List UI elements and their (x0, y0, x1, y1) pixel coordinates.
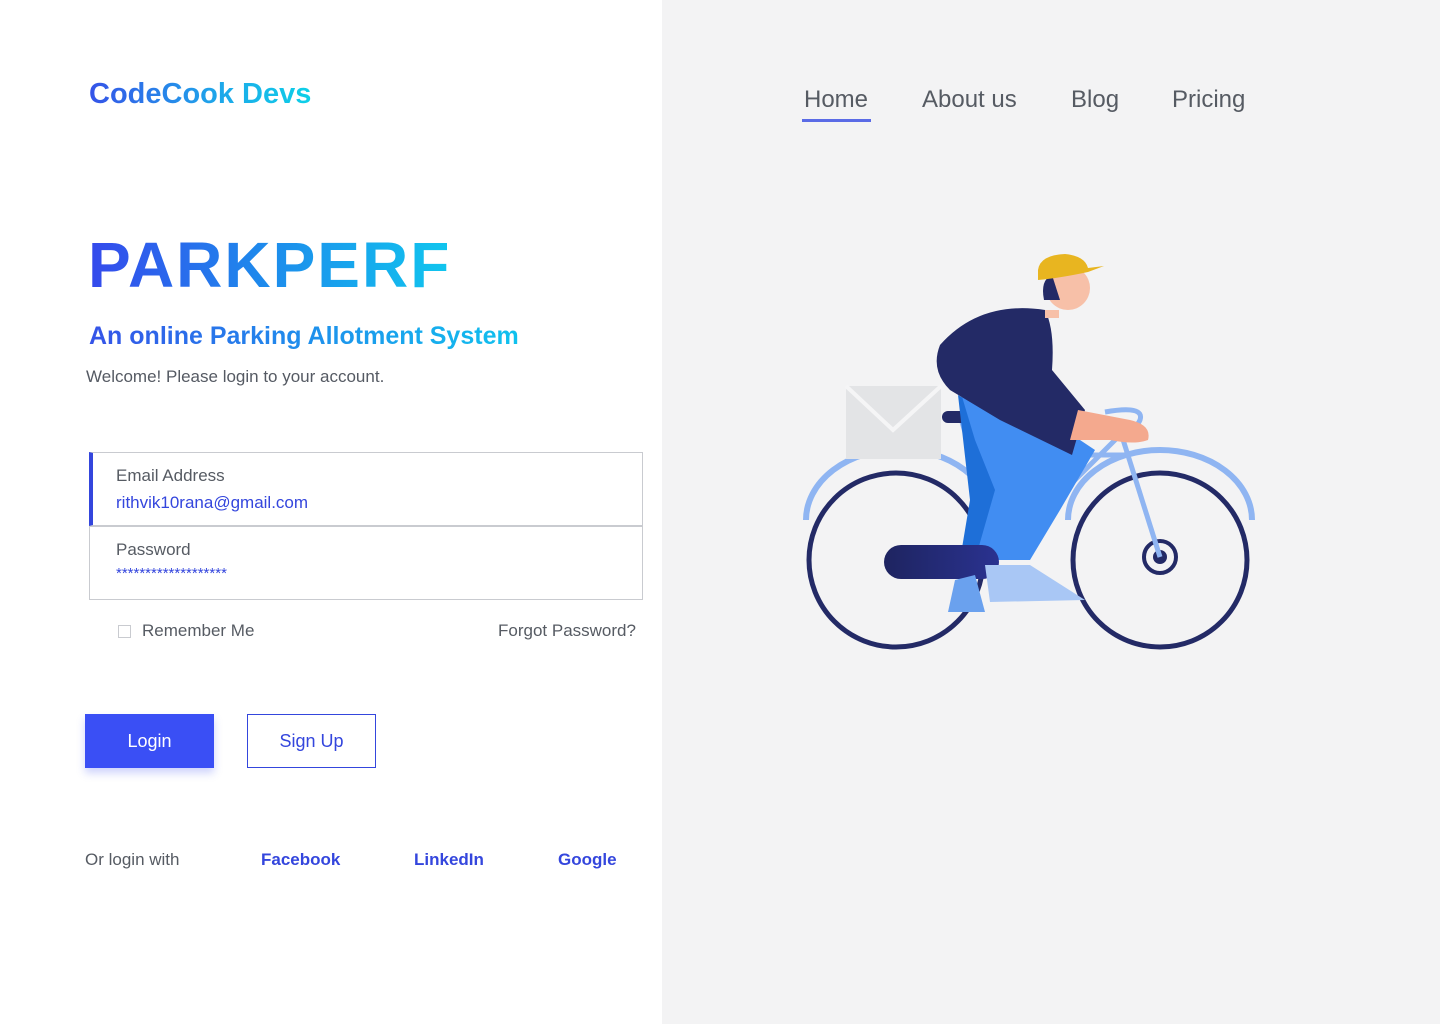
linkedin-login-link[interactable]: LinkedIn (414, 850, 484, 870)
pedal-shoe (884, 545, 999, 579)
page-subtitle: An online Parking Allotment System (89, 322, 519, 350)
nav-about-us[interactable]: About us (922, 86, 1017, 114)
email-label: Email Address (116, 466, 225, 485)
facebook-login-link[interactable]: Facebook (261, 850, 340, 870)
password-field[interactable]: Password ******************* (89, 526, 643, 600)
nav-blog[interactable]: Blog (1071, 86, 1119, 114)
password-label: Password (116, 540, 191, 559)
email-field[interactable]: Email Address rithvik10rana@gmail.com (89, 452, 643, 526)
remember-me-label[interactable]: Remember Me (142, 621, 254, 641)
cyclist-delivery-illustration (803, 254, 1255, 650)
email-input[interactable]: rithvik10rana@gmail.com (116, 493, 308, 513)
forgot-password-link[interactable]: Forgot Password? (498, 621, 636, 641)
welcome-text: Welcome! Please login to your account. (86, 367, 385, 386)
nav-home[interactable]: Home (804, 86, 868, 114)
login-button[interactable]: Login (85, 714, 214, 768)
remember-me[interactable]: Remember Me (118, 621, 254, 641)
remember-me-checkbox[interactable] (118, 624, 131, 638)
page-title: PARKPERF (88, 229, 452, 301)
google-login-link[interactable]: Google (558, 850, 617, 870)
password-input[interactable]: ******************* (116, 565, 227, 582)
brand-logo[interactable]: CodeCook Devs (89, 78, 311, 111)
login-panel: CodeCook Devs PARKPERF An online Parking… (0, 0, 662, 1024)
nav-pricing[interactable]: Pricing (1172, 86, 1245, 114)
social-login-prompt: Or login with (85, 850, 180, 869)
nav-active-indicator (802, 119, 871, 122)
signup-button[interactable]: Sign Up (247, 714, 376, 768)
